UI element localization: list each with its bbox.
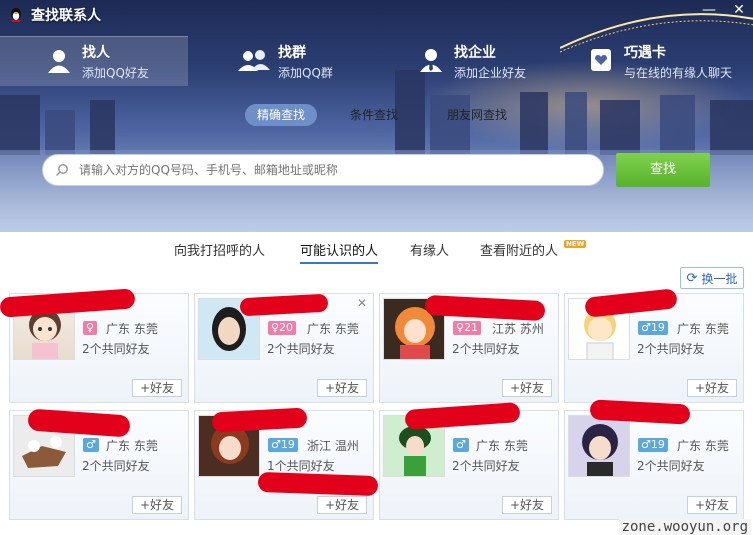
- search-mode-switch: 精确查找 条件查找 朋友网查找: [0, 104, 753, 126]
- location: 江苏 苏州: [492, 322, 544, 336]
- tab-subtitle: 添加QQ好友: [82, 66, 149, 80]
- mutual-friends: 2个共同好友: [452, 342, 520, 356]
- tab-subtitle: 添加QQ群: [278, 65, 333, 80]
- watermark-text: zone.wooyun.org: [618, 519, 751, 535]
- close-icon[interactable]: ✕: [731, 2, 747, 18]
- tab-subtitle: 添加企业好友: [454, 65, 527, 80]
- add-friend-button[interactable]: +好友: [502, 496, 552, 514]
- add-friend-button[interactable]: +好友: [687, 379, 737, 397]
- tab-find-group[interactable]: 找群 添加QQ群: [238, 36, 333, 86]
- location: 广东 东莞: [677, 322, 729, 336]
- new-badge: NEW: [564, 240, 587, 248]
- location: 广东 东莞: [307, 322, 359, 336]
- age: 21: [464, 321, 479, 334]
- male-icon: ♂19: [638, 438, 668, 452]
- mutual-friends: 2个共同好友: [637, 342, 705, 356]
- search-input[interactable]: [79, 163, 579, 177]
- age: 19: [280, 438, 295, 451]
- title-bar[interactable]: 查找联系人 — ✕: [0, 0, 753, 30]
- recommend-tabs: 向我打招呼的人 可能认识的人 有缘人 查看附近的人 NEW: [0, 240, 753, 266]
- search-box: [42, 154, 604, 186]
- search-icon: [55, 163, 69, 177]
- tab-title: 找群: [278, 44, 306, 61]
- tab-title: 找人: [82, 45, 110, 61]
- add-friend-button[interactable]: +好友: [317, 496, 367, 514]
- age: 19: [650, 438, 665, 451]
- refresh-icon: ⟳: [686, 270, 698, 286]
- tab-title: 巧遇卡: [624, 44, 666, 61]
- tab-find-people[interactable]: 找人 添加QQ好友: [0, 36, 188, 86]
- minimize-icon[interactable]: —: [701, 2, 717, 18]
- mutual-friends: 2个共同好友: [82, 459, 150, 473]
- mutual-friends: 1个共同好友: [267, 459, 335, 473]
- location: 广东 东莞: [677, 439, 729, 453]
- female-icon: ♀: [83, 321, 98, 335]
- avatar: [568, 415, 630, 477]
- male-icon: ♂: [453, 438, 469, 452]
- add-friend-button[interactable]: +好友: [132, 379, 182, 397]
- subtab-destiny[interactable]: 有缘人: [410, 240, 449, 262]
- redaction-mark: [257, 471, 379, 497]
- mutual-friends: 2个共同好友: [452, 459, 520, 473]
- location: 浙江 温州: [307, 439, 359, 453]
- mode-pengyou-search[interactable]: 朋友网查找: [447, 104, 507, 126]
- tab-title: 找企业: [454, 44, 496, 61]
- add-friend-button[interactable]: +好友: [502, 379, 552, 397]
- mode-condition-search[interactable]: 条件查找: [350, 104, 398, 126]
- subtab-may-know[interactable]: 可能认识的人: [300, 240, 379, 264]
- location: 广东 东莞: [106, 322, 158, 336]
- age: 20: [279, 321, 294, 334]
- window-title: 查找联系人: [31, 8, 101, 24]
- mutual-friends: 2个共同好友: [637, 459, 705, 473]
- close-card-icon[interactable]: ✕: [357, 296, 367, 310]
- location: 广东 东莞: [106, 439, 158, 453]
- female-icon: ♀21: [453, 321, 482, 335]
- person-icon: [46, 48, 74, 76]
- add-friend-button[interactable]: +好友: [687, 496, 737, 514]
- add-friend-button[interactable]: +好友: [132, 496, 182, 514]
- location: 广东 东莞: [476, 439, 528, 453]
- tab-encounter-card[interactable]: 巧遇卡 与在线的有缘人聊天: [588, 36, 732, 86]
- refresh-batch-button[interactable]: ⟳ 换一批: [680, 267, 744, 289]
- subtab-nearby[interactable]: 查看附近的人: [480, 240, 558, 262]
- tab-subtitle: 与在线的有缘人聊天: [624, 65, 733, 80]
- age: 19: [650, 321, 665, 334]
- add-friend-button[interactable]: +好友: [317, 379, 367, 397]
- subtab-greeted-me[interactable]: 向我打招呼的人: [174, 240, 265, 262]
- tab-find-business[interactable]: 找企业 添加企业好友: [418, 36, 526, 86]
- contact-card[interactable]: ♂ 广东 东莞 2个共同好友 +好友: [379, 410, 559, 520]
- mutual-friends: 2个共同好友: [267, 342, 335, 356]
- refresh-label: 换一批: [701, 271, 738, 286]
- qq-penguin-icon: [9, 7, 23, 23]
- female-icon: ♀20: [268, 321, 297, 335]
- search-button[interactable]: 查找: [616, 153, 710, 187]
- top-tabs: 找人 添加QQ好友 找群 添加QQ群 找企业 添加企业好友 巧遇卡 与在线的有缘…: [0, 36, 753, 86]
- contact-card[interactable]: ♂19 广东 东莞 2个共同好友 +好友: [564, 410, 744, 520]
- heart-card-icon: [588, 47, 616, 75]
- mode-exact-search[interactable]: 精确查找: [245, 104, 318, 126]
- male-icon: ♂: [83, 438, 99, 452]
- business-person-icon: [418, 47, 446, 75]
- male-icon: ♂19: [268, 438, 298, 452]
- mutual-friends: 2个共同好友: [82, 342, 150, 356]
- male-icon: ♂19: [638, 321, 668, 335]
- group-icon: [238, 47, 270, 75]
